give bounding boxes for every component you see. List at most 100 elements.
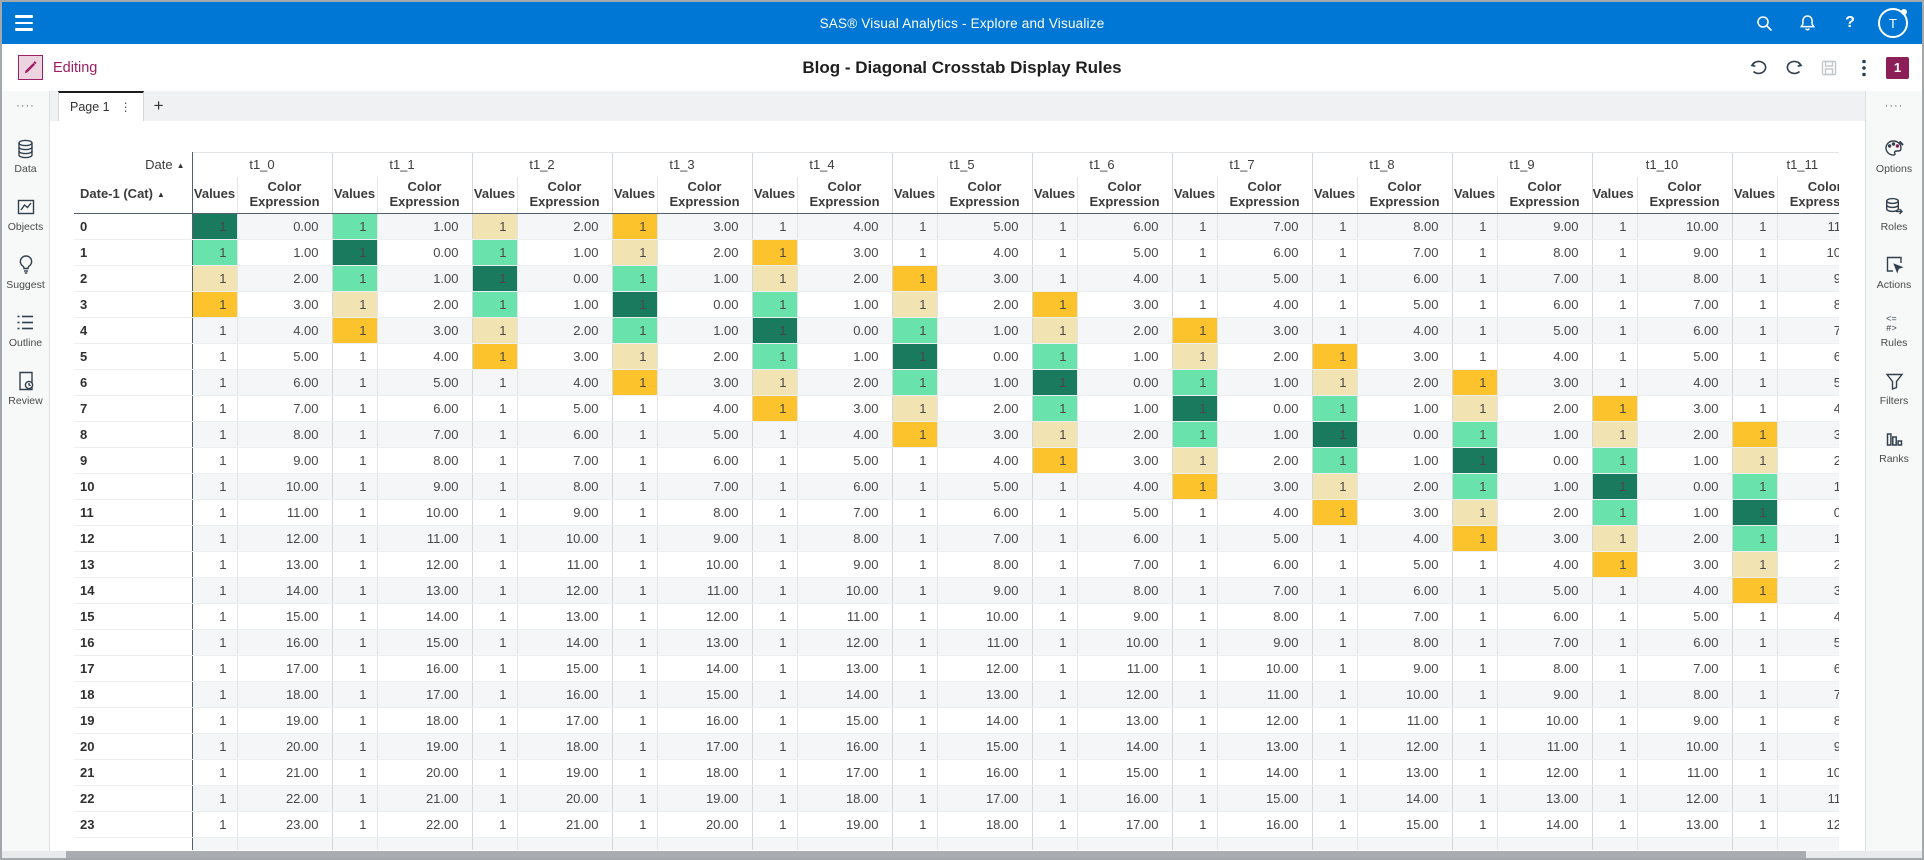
expression-cell[interactable]: 16.00 (236, 629, 332, 656)
values-cell[interactable]: 1 (751, 525, 797, 552)
values-cell[interactable]: 1 (1591, 291, 1637, 318)
values-cell[interactable]: 1 (191, 499, 237, 526)
values-cell[interactable]: 1 (1591, 655, 1637, 682)
values-cell[interactable]: 1 (611, 733, 657, 760)
more-options-button[interactable] (1851, 55, 1877, 81)
values-cell[interactable]: 1 (611, 525, 657, 552)
expression-cell[interactable]: 3.00 (1076, 291, 1172, 318)
values-cell[interactable]: 1 (1731, 681, 1778, 708)
values-cell[interactable]: 1 (191, 603, 237, 630)
expression-cell[interactable]: 10.00 (1216, 655, 1312, 682)
values-cell[interactable]: 1 (891, 811, 937, 838)
row-label[interactable]: 19 (74, 707, 193, 734)
expression-cell[interactable]: 6.00 (1496, 603, 1592, 630)
row-label[interactable]: 20 (74, 733, 193, 760)
expression-cell[interactable]: 11.00 (656, 577, 752, 604)
expression-cell[interactable]: 15.00 (516, 655, 612, 682)
expression-cell[interactable]: 6.00 (1356, 265, 1452, 292)
values-cell[interactable]: 1 (1031, 473, 1077, 500)
expression-cell[interactable]: 2.00 (1776, 551, 1839, 578)
values-cell[interactable]: 1 (611, 317, 657, 344)
expression-cell[interactable]: 14.00 (1076, 733, 1172, 760)
values-cell[interactable]: 1 (1311, 369, 1357, 396)
values-cell[interactable]: 1 (751, 577, 797, 604)
values-cell[interactable]: 1 (1451, 707, 1497, 734)
expression-cell[interactable]: 1.00 (516, 239, 612, 266)
values-cell[interactable]: 1 (751, 785, 797, 812)
values-cell[interactable]: 1 (891, 707, 937, 734)
expression-cell[interactable]: 9.00 (1356, 655, 1452, 682)
values-cell[interactable]: 1 (1451, 785, 1497, 812)
values-cell[interactable]: 1 (1591, 239, 1637, 266)
values-cell[interactable]: 1 (611, 629, 657, 656)
expression-cell[interactable]: 9.00 (1636, 707, 1733, 734)
expression-cell[interactable]: 2.00 (1076, 421, 1172, 448)
expression-cell[interactable]: 1.00 (376, 213, 472, 240)
expression-cell[interactable]: 2.00 (936, 395, 1032, 422)
expression-cell[interactable]: 13.00 (1636, 811, 1733, 838)
values-cell[interactable]: 1 (1731, 369, 1778, 396)
expression-cell[interactable]: 15.00 (936, 733, 1032, 760)
expression-cell[interactable]: 20.00 (656, 811, 752, 838)
expression-cell[interactable]: 14.00 (1216, 759, 1312, 786)
expression-cell[interactable]: 2.00 (796, 265, 892, 292)
expression-cell[interactable]: 5.00 (936, 473, 1032, 500)
expression-cell[interactable]: 14.00 (1356, 785, 1452, 812)
values-cell[interactable]: 1 (1451, 577, 1497, 604)
values-cell[interactable]: 1 (751, 343, 797, 370)
values-cell[interactable]: 1 (1731, 629, 1778, 656)
expression-cell[interactable]: 17.00 (936, 785, 1032, 812)
values-cell[interactable]: 1 (191, 707, 237, 734)
expression-cell[interactable]: 17.00 (236, 655, 332, 682)
expression-cell[interactable]: 3.00 (1076, 447, 1172, 474)
expression-cell[interactable]: 4.00 (656, 395, 752, 422)
tab-page-1[interactable]: Page 1 ⋮ (58, 91, 144, 121)
subheader-values-t1_2[interactable]: Values (471, 176, 517, 214)
values-cell[interactable]: 1 (1311, 499, 1357, 526)
values-cell[interactable]: 1 (191, 629, 237, 656)
expression-cell[interactable]: 5.00 (936, 213, 1032, 240)
expression-cell[interactable]: 2.00 (1776, 447, 1839, 474)
row-label[interactable]: 22 (74, 785, 193, 812)
expression-cell[interactable]: 15.00 (1356, 811, 1452, 838)
row-label[interactable]: 0 (74, 213, 193, 240)
expression-cell[interactable]: 10.00 (1356, 681, 1452, 708)
values-cell[interactable]: 1 (191, 213, 237, 240)
expression-cell[interactable]: 0.00 (1496, 447, 1592, 474)
expression-cell[interactable]: 11.00 (1356, 707, 1452, 734)
values-cell[interactable]: 1 (471, 317, 517, 344)
values-cell[interactable]: 1 (331, 811, 377, 838)
group-header-t1_2[interactable]: t1_2 (471, 152, 612, 177)
expression-cell[interactable]: 1.00 (936, 317, 1032, 344)
values-cell[interactable]: 1 (1171, 759, 1217, 786)
subheader-values-t1_7[interactable]: Values (1171, 176, 1217, 214)
expression-cell[interactable]: 21.00 (516, 811, 612, 838)
values-cell[interactable]: 1 (1451, 291, 1497, 318)
values-cell[interactable]: 1 (191, 525, 237, 552)
values-cell[interactable]: 1 (611, 551, 657, 578)
values-cell[interactable]: 1 (1451, 551, 1497, 578)
subheader-color-expression-t1_11[interactable]: Color Expression (1776, 176, 1839, 214)
values-cell[interactable]: 1 (471, 239, 517, 266)
values-cell[interactable]: 1 (471, 369, 517, 396)
expression-cell[interactable]: 19.00 (656, 785, 752, 812)
values-cell[interactable]: 1 (1311, 759, 1357, 786)
expression-cell[interactable]: 11.00 (516, 551, 612, 578)
expression-cell[interactable]: 10.00 (656, 551, 752, 578)
values-cell[interactable]: 1 (191, 759, 237, 786)
expression-cell[interactable]: 4.00 (1776, 603, 1839, 630)
expression-cell[interactable]: 2.00 (1216, 343, 1312, 370)
expression-cell[interactable]: 1.00 (236, 239, 332, 266)
expression-cell[interactable]: 1.00 (376, 265, 472, 292)
redo-button[interactable] (1781, 55, 1807, 81)
values-cell[interactable]: 1 (331, 213, 377, 240)
values-cell[interactable]: 1 (891, 447, 937, 474)
subheader-values-t1_0[interactable]: Values (191, 176, 237, 214)
expression-cell[interactable]: 18.00 (236, 681, 332, 708)
values-cell[interactable]: 1 (611, 369, 657, 396)
right-rail-item-options[interactable]: Options (1876, 134, 1912, 179)
values-cell[interactable]: 1 (1591, 681, 1637, 708)
values-cell[interactable]: 1 (331, 499, 377, 526)
expression-cell[interactable]: 13.00 (1356, 759, 1452, 786)
values-cell[interactable]: 1 (1731, 811, 1778, 838)
